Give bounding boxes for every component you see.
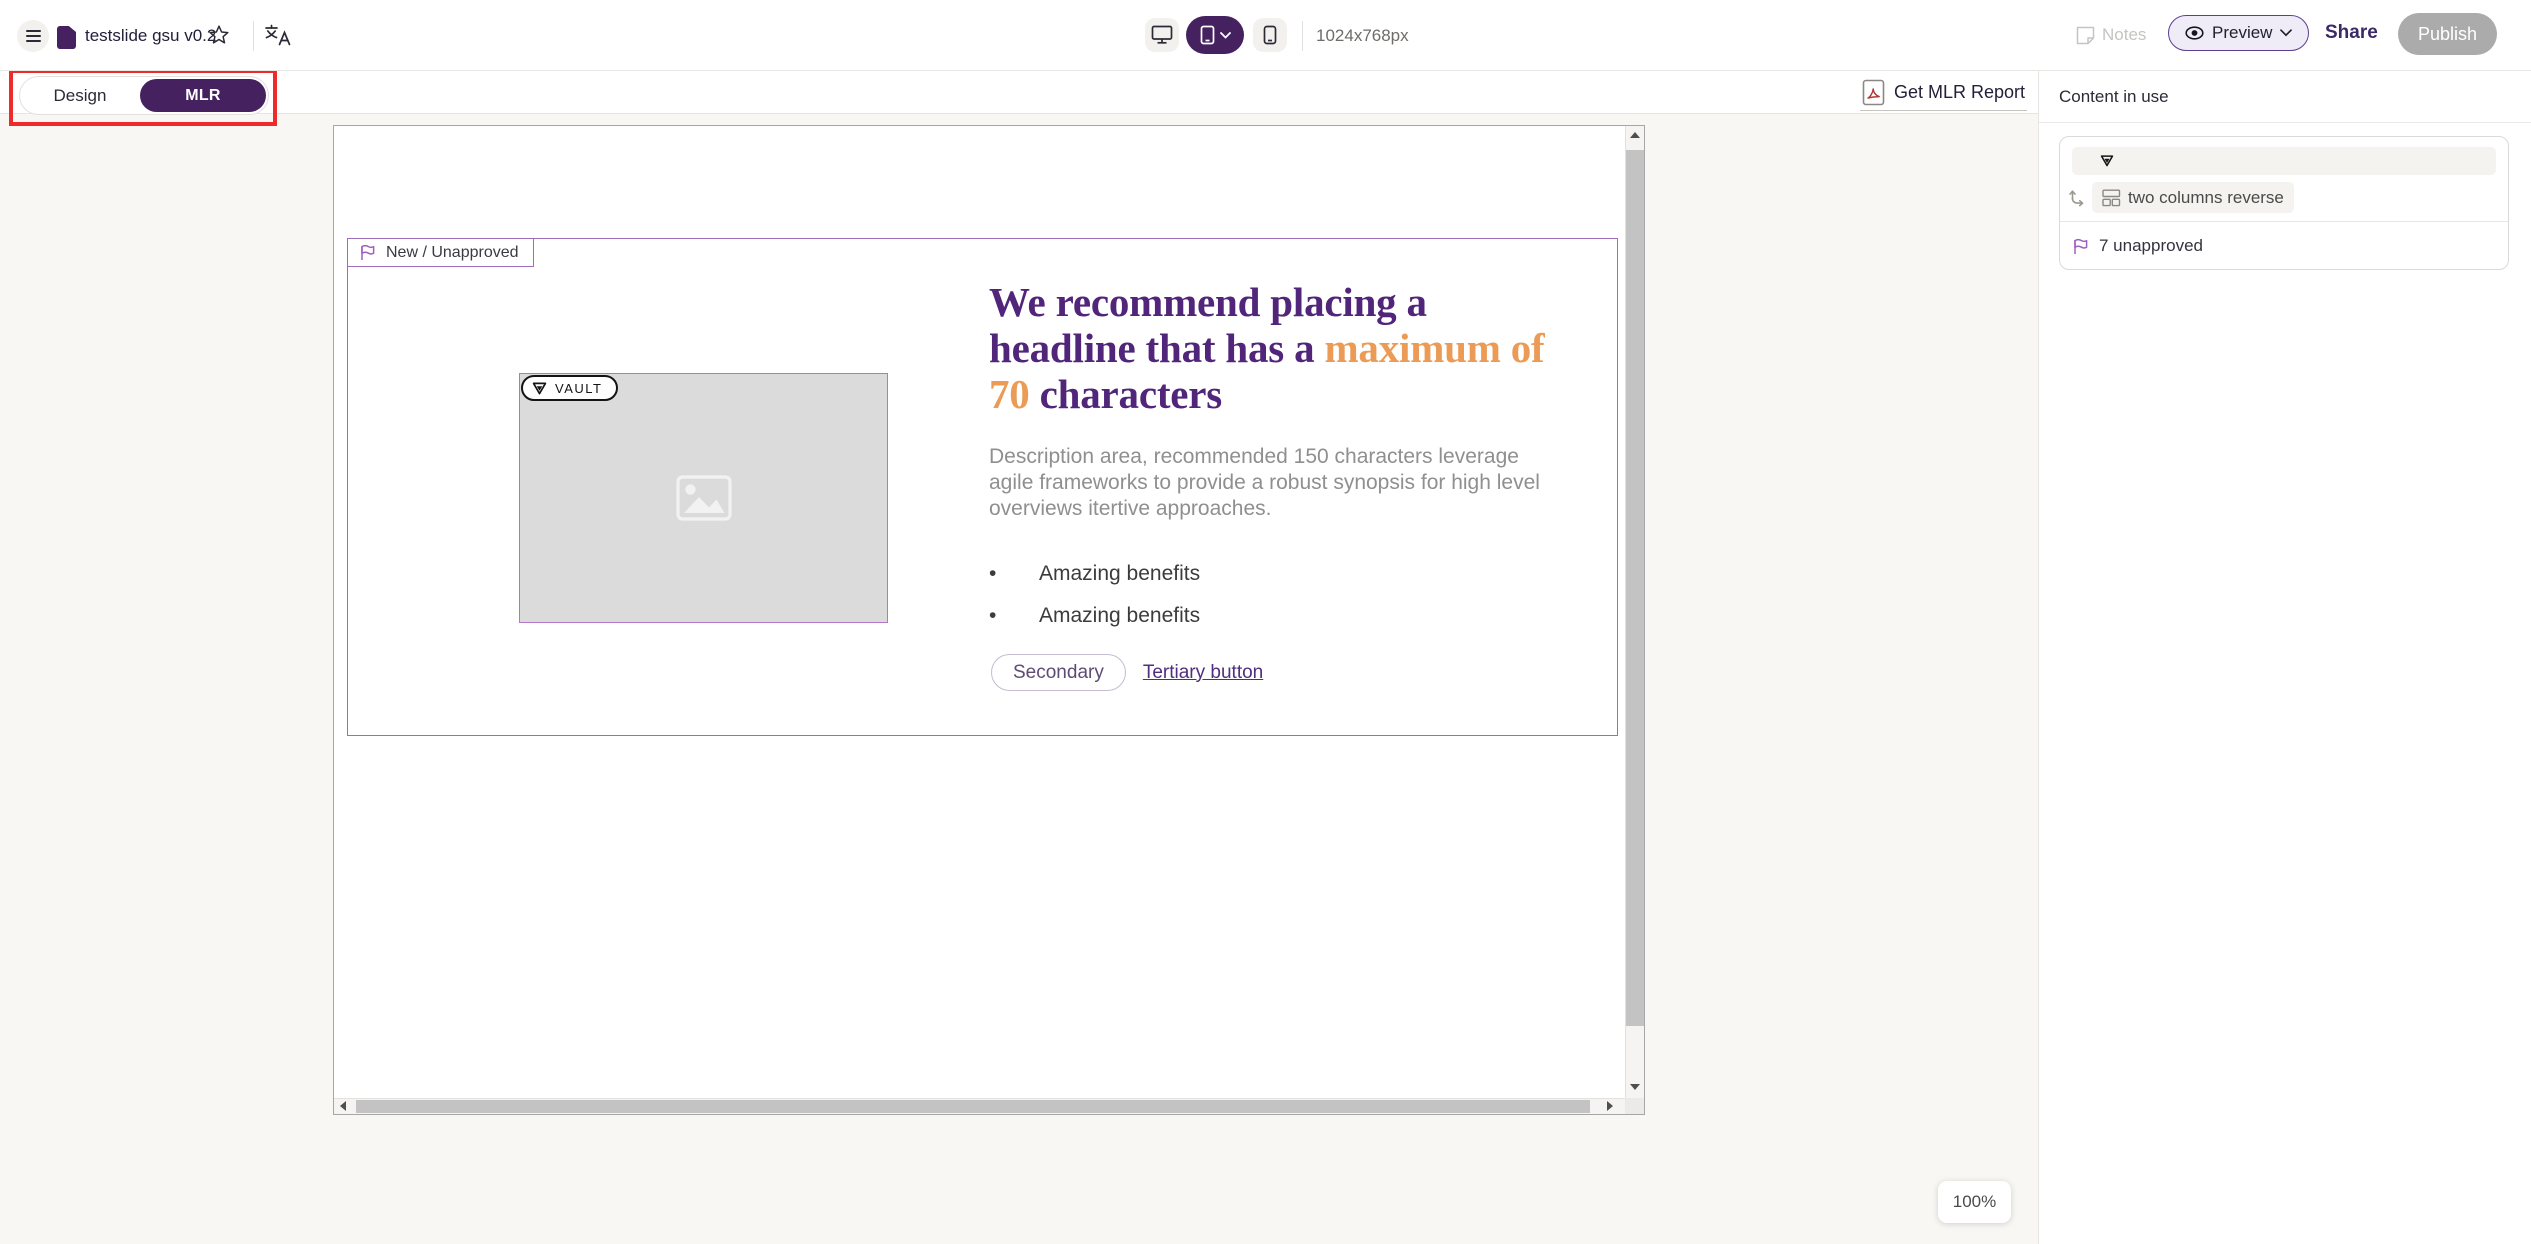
slide-canvas[interactable]: New / Unapproved VAULT We recommend plac… [333, 125, 1645, 1115]
publish-button[interactable]: Publish [2398, 13, 2497, 55]
topbar-divider [253, 21, 254, 51]
content-in-use-panel: Content in use [2038, 71, 2531, 1244]
scrollbar-corner [1625, 1098, 1644, 1114]
topbar-divider-2 [1302, 21, 1303, 51]
favorite-star-button[interactable] [208, 24, 230, 46]
image-icon [676, 475, 732, 521]
slide-buttons-row: Secondary Tertiary button [991, 654, 1263, 691]
hamburger-icon [26, 30, 41, 42]
preview-chevron-icon [2280, 29, 2292, 37]
headline-part2: characters [1030, 371, 1222, 417]
flag-icon [2072, 238, 2090, 255]
horizontal-scrollbar[interactable] [334, 1098, 1625, 1114]
secondary-toolbar: Design MLR Get MLR Report [0, 70, 2038, 114]
translate-button[interactable] [264, 23, 291, 47]
bullet-text: Amazing benefits [1039, 562, 1200, 586]
unapproved-row[interactable]: 7 unapproved [2072, 229, 2496, 263]
zoom-level-badge[interactable]: 100% [1938, 1181, 2011, 1223]
translate-icon [264, 23, 291, 47]
card-divider [2060, 221, 2508, 222]
tab-mlr[interactable]: MLR [140, 79, 266, 112]
slide-headline[interactable]: We recommend placing a headline that has… [989, 279, 1547, 417]
tablet-icon [1200, 25, 1215, 45]
main-menu-button[interactable] [17, 20, 49, 52]
component-chip[interactable]: two columns reverse [2092, 182, 2294, 213]
notes-label: Notes [2102, 25, 2146, 45]
vertical-scroll-thumb[interactable] [1626, 150, 1644, 1026]
component-name: two columns reverse [2128, 188, 2284, 208]
bullet-item[interactable]: Amazing benefits [989, 604, 1489, 628]
bullet-text: Amazing benefits [1039, 604, 1200, 628]
preview-label: Preview [2212, 23, 2272, 43]
device-desktop-button[interactable] [1145, 18, 1179, 52]
vault-asset-tag[interactable]: VAULT [521, 375, 618, 401]
get-mlr-report-label: Get MLR Report [1894, 82, 2025, 103]
two-columns-layout-icon [2102, 189, 2121, 207]
scroll-down-arrow[interactable] [1630, 1084, 1640, 1090]
panel-title: Content in use [2039, 71, 2531, 123]
section-status-flag[interactable]: New / Unapproved [347, 238, 534, 267]
bullet-item[interactable]: Amazing benefits [989, 562, 1489, 586]
tab-design[interactable]: Design [20, 86, 140, 106]
device-mobile-button[interactable] [1253, 18, 1287, 52]
tertiary-button-link[interactable]: Tertiary button [1143, 662, 1263, 684]
vertical-scrollbar[interactable] [1625, 126, 1644, 1098]
pdf-file-icon [1862, 79, 1885, 106]
scroll-right-arrow[interactable] [1607, 1101, 1613, 1111]
flag-icon [359, 244, 377, 261]
nested-child-arrow-icon [2068, 189, 2086, 207]
horizontal-scroll-thumb[interactable] [356, 1100, 1590, 1113]
vault-logo-icon [532, 382, 547, 395]
slide-description[interactable]: Description area, recommended 150 charac… [989, 444, 1554, 522]
top-bar: testslide gsu v0.2 [0, 0, 2531, 71]
component-row: two columns reverse [2068, 182, 2496, 213]
secondary-button[interactable]: Secondary [991, 654, 1126, 691]
mode-toggle: Design MLR [19, 76, 269, 115]
preview-button[interactable]: Preview [2168, 15, 2309, 51]
eye-icon [2185, 26, 2204, 40]
chevron-down-icon [1220, 32, 1231, 39]
share-button[interactable]: Share [2325, 22, 2378, 44]
notes-icon [2076, 26, 2095, 45]
viewport-size-label: 1024x768px [1316, 26, 1409, 46]
content-card[interactable]: two columns reverse 7 unapproved [2059, 136, 2509, 270]
get-mlr-report-button[interactable]: Get MLR Report [1860, 74, 2027, 111]
vault-logo-icon [2100, 155, 2114, 167]
file-title: testslide gsu v0.2 [85, 27, 216, 44]
scroll-up-arrow[interactable] [1630, 132, 1640, 138]
device-tablet-button[interactable] [1186, 16, 1244, 54]
mobile-icon [1263, 25, 1277, 45]
document-icon [57, 26, 76, 49]
notes-toggle[interactable]: Notes [2076, 25, 2146, 45]
star-icon [208, 24, 230, 46]
section-status-label: New / Unapproved [386, 244, 519, 262]
vault-tag-label: VAULT [555, 381, 602, 396]
image-placeholder[interactable]: VAULT [519, 373, 888, 623]
vault-source-bar[interactable] [2072, 147, 2496, 175]
scroll-left-arrow[interactable] [340, 1101, 346, 1111]
unapproved-count-label: 7 unapproved [2099, 236, 2203, 256]
desktop-icon [1151, 25, 1173, 45]
